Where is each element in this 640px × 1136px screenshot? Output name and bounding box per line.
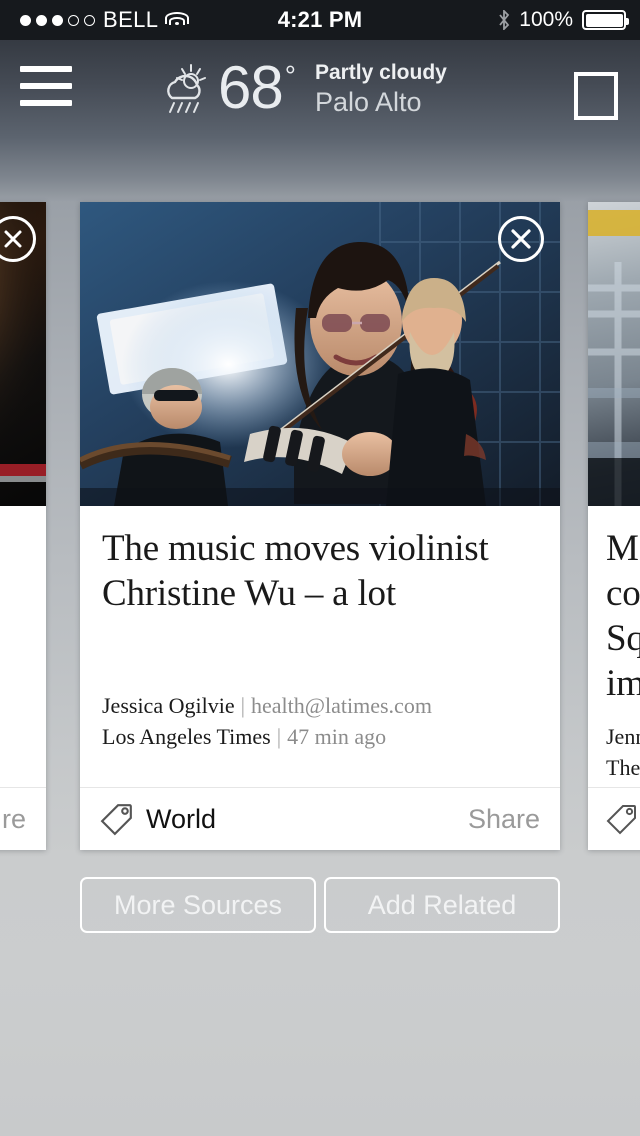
article-footer-previous: re (0, 787, 46, 850)
article-card-previous[interactable]: r re (0, 202, 46, 850)
article-author-next: Jenn (606, 723, 640, 749)
temperature-value: 68° (218, 58, 296, 118)
article-card-main[interactable]: The music moves violinist Christine Wu –… (80, 202, 560, 850)
battery-percent-label: 100% (519, 8, 573, 31)
article-headline-previous: r (0, 506, 46, 571)
more-sources-button[interactable]: More Sources (80, 877, 316, 933)
headline-line-1: M (606, 528, 639, 569)
battery-full-icon (582, 10, 629, 30)
headline-line-4: im (606, 663, 640, 705)
byline-line-author: Jessica Ogilvie | health@latimes.com (102, 690, 538, 721)
article-headline-next: M co Sq im (588, 506, 640, 707)
byline-separator: | (240, 693, 245, 719)
weather-location-label: Palo Alto (314, 86, 422, 117)
square-view-toggle-icon[interactable] (574, 72, 618, 120)
status-bar-right: 100% (498, 8, 629, 32)
status-bar: BELL 4:21 PM 100% (0, 0, 640, 40)
article-byline-next: Jenn The (588, 707, 640, 783)
bluetooth-icon (499, 10, 510, 30)
article-timestamp: 47 min ago (287, 724, 387, 750)
article-image-previous (0, 202, 46, 506)
violinist-photo-art (80, 202, 560, 506)
byline-separator-2: | (276, 724, 282, 750)
card-actions: More Sources Add Related (80, 877, 560, 933)
article-source-next: The (606, 754, 640, 780)
tag-button[interactable]: World (100, 802, 216, 836)
article-headline-main: The music moves violinist Christine Wu –… (102, 528, 489, 615)
article-byline-main: Jessica Ogilvie | health@latimes.com Los A… (80, 690, 560, 752)
tag-wrap-next[interactable] (606, 803, 638, 835)
headline-line-3: Sq (606, 618, 640, 660)
headline-line-2: co (606, 573, 640, 615)
article-card-next[interactable]: M co Sq im Jenn The (588, 202, 640, 850)
share-button[interactable]: Share (468, 804, 540, 835)
tag-icon (100, 804, 132, 836)
byline-line-source: Los Angeles Times | 47 min ago (102, 721, 538, 752)
hamburger-menu-icon[interactable] (20, 66, 72, 106)
article-footer-next (588, 787, 640, 850)
article-image-main (80, 202, 560, 506)
temperature-number: 68 (218, 54, 284, 122)
tag-label: World (146, 803, 217, 834)
article-image-next (588, 202, 640, 506)
article-source: Los Angeles Times (102, 724, 271, 750)
weather-widget[interactable]: 68° Partly cloudy Palo Alto (158, 58, 447, 119)
tag-icon (606, 805, 636, 835)
close-icon[interactable] (498, 216, 544, 262)
app-screen: BELL 4:21 PM 100% 68° Partly cloudy Palo… (0, 0, 640, 1136)
article-author: Jessica Ogilvie (102, 693, 235, 719)
industrial-pipes-art (588, 262, 640, 506)
degree-symbol: ° (284, 60, 296, 92)
share-button-previous[interactable]: re (2, 804, 26, 835)
partly-cloudy-rain-icon (158, 62, 214, 118)
article-footer-main: World Share (80, 787, 560, 850)
app-header: 68° Partly cloudy Palo Alto (0, 40, 640, 152)
weather-condition-label: Partly cloudy (314, 61, 447, 84)
media-controls-bar (0, 960, 640, 1136)
add-related-button[interactable]: Add Related (324, 877, 560, 933)
article-email: health@latimes.com (251, 693, 432, 719)
weather-text: Partly cloudy Palo Alto (315, 58, 447, 119)
